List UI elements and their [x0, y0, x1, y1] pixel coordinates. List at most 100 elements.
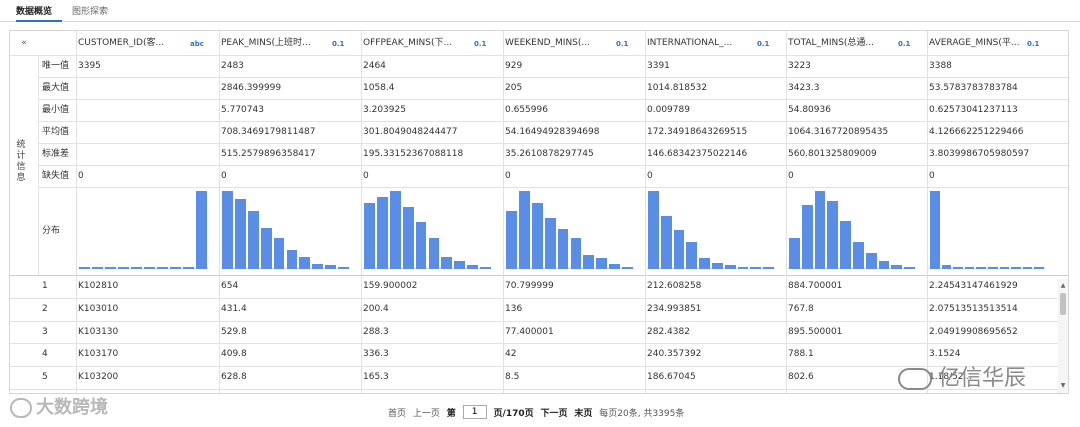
table-cell[interactable]: 165.3 — [363, 366, 498, 388]
table-cell[interactable]: 884.700001 — [788, 275, 922, 297]
stat-value: 54.16494928394698 — [505, 127, 600, 137]
histogram-bar — [750, 267, 762, 269]
table-cell[interactable]: K103170 — [78, 343, 214, 365]
distribution-histogram — [929, 191, 1045, 269]
table-cell[interactable]: K103130 — [78, 321, 214, 343]
table-cell[interactable]: 77.400001 — [505, 321, 640, 343]
histogram-bar — [801, 205, 813, 269]
histogram-bar — [814, 191, 826, 269]
row-index: 4 — [42, 349, 48, 360]
stat-value: 708.3469179811487 — [221, 127, 316, 137]
table-cell[interactable]: 2.07513513513514 — [929, 298, 1039, 320]
table-cell[interactable]: 336.3 — [363, 343, 498, 365]
column-header[interactable]: INTERNATIONAL_... — [647, 31, 751, 55]
stat-value: 4.126662251229466 — [929, 127, 1024, 137]
table-cell[interactable]: 159.900002 — [363, 275, 498, 297]
prev-page-link[interactable]: 上一页 — [413, 406, 440, 419]
histogram-bar — [976, 267, 986, 269]
column-header[interactable]: TOTAL_MINS(总通... — [788, 31, 892, 55]
last-page-link[interactable]: 末页 — [574, 406, 592, 419]
histogram-bar — [964, 267, 975, 269]
vertical-scrollbar[interactable]: ▲ ▼ — [1058, 279, 1068, 393]
table-cell[interactable]: 288.3 — [363, 321, 498, 343]
table-cell[interactable]: 895.500001 — [788, 321, 922, 343]
tab-data-overview[interactable]: 数据概览 — [16, 6, 62, 22]
stat-value: 2464 — [363, 61, 386, 71]
histogram-bar — [389, 191, 401, 269]
row-index: 2 — [42, 303, 48, 314]
table-cell[interactable]: 42 — [505, 343, 640, 365]
table-cell[interactable]: 234.993851 — [647, 298, 781, 320]
histogram-bar — [312, 264, 324, 269]
scroll-thumb[interactable] — [1060, 293, 1066, 315]
histogram-bar — [583, 254, 595, 269]
table-cell[interactable]: 3.1524 — [929, 343, 1039, 365]
stat-value: 53.5783783783784 — [929, 83, 1018, 93]
column-type-badge: 0.1 — [757, 40, 770, 48]
table-cell[interactable]: 529.8 — [221, 321, 356, 343]
double-chevron-down-icon[interactable]: « — [18, 37, 30, 49]
histogram-bar — [789, 237, 800, 269]
column-header[interactable]: WEEKEND_MINS(... — [505, 31, 610, 55]
histogram-bar — [648, 191, 659, 269]
histogram-bar — [544, 217, 556, 269]
column-type-badge: 0.1 — [898, 40, 911, 48]
table-cell[interactable]: 136 — [505, 298, 640, 320]
histogram-bar — [79, 267, 90, 269]
column-header[interactable]: AVERAGE_MINS(平... — [929, 31, 1021, 55]
table-cell[interactable]: 2.04919908695652 — [929, 321, 1039, 343]
histogram-bar — [325, 265, 337, 269]
next-page-link[interactable]: 下一页 — [541, 406, 568, 419]
table-cell[interactable]: 8.5 — [505, 366, 640, 388]
table-cell[interactable]: 431.4 — [221, 298, 356, 320]
grid-col-divider — [361, 31, 362, 393]
histogram-bar — [1011, 267, 1021, 269]
histogram-bar — [364, 202, 375, 269]
histogram-bar — [299, 257, 311, 269]
table-cell[interactable]: K102810 — [78, 275, 214, 297]
table-cell[interactable]: 628.8 — [221, 366, 356, 388]
stat-value: 195.33152367088118 — [363, 149, 464, 159]
scroll-up-arrow-icon[interactable]: ▲ — [1058, 281, 1068, 291]
table-cell[interactable]: 212.608258 — [647, 275, 781, 297]
row-index: 3 — [42, 326, 48, 337]
pagination: 首页 上一页 第 页/170页 下一页 末页 每页20条, 共3395条 — [388, 405, 688, 421]
histogram-bar — [376, 197, 388, 269]
distribution-histogram — [647, 191, 775, 269]
scroll-down-arrow-icon[interactable]: ▼ — [1058, 381, 1068, 391]
table-cell[interactable]: 186.67045 — [647, 366, 781, 388]
page-prefix: 第 — [446, 408, 456, 419]
stat-value: 0 — [78, 171, 84, 181]
table-cell[interactable]: 409.8 — [221, 343, 356, 365]
histogram-bar — [724, 265, 736, 269]
table-cell[interactable]: 767.8 — [788, 298, 922, 320]
first-page-link[interactable]: 首页 — [388, 406, 406, 419]
histogram-bar — [157, 267, 168, 269]
table-cell[interactable]: K103200 — [78, 366, 214, 388]
stat-label: 标准差 — [42, 149, 70, 159]
tab-graph-explore[interactable]: 图形探索 — [72, 6, 116, 22]
table-cell[interactable]: 240.357392 — [647, 343, 781, 365]
table-cell[interactable]: 788.1 — [788, 343, 922, 365]
table-cell[interactable]: K103010 — [78, 298, 214, 320]
column-header[interactable]: PEAK_MINS(上班时... — [221, 31, 326, 55]
histogram-bar — [247, 210, 259, 269]
grid-col-divider — [503, 31, 504, 393]
table-cell[interactable]: 70.799999 — [505, 275, 640, 297]
stat-label: 最小值 — [42, 105, 70, 115]
table-cell[interactable]: 282.4382 — [647, 321, 781, 343]
histogram-bar — [428, 237, 440, 269]
column-header[interactable]: CUSTOMER_ID(客... — [78, 31, 184, 55]
grid-row-divider — [38, 187, 1068, 188]
stat-value: 205 — [505, 83, 523, 93]
stat-value: 560.801325809009 — [788, 149, 877, 159]
column-header[interactable]: OFFPEAK_MINS(下... — [363, 31, 468, 55]
stat-value — [78, 99, 214, 121]
page-number-input[interactable] — [462, 405, 487, 419]
stat-value: 0.655996 — [505, 105, 548, 115]
grid-col-divider — [786, 31, 787, 393]
table-cell[interactable]: 654 — [221, 275, 356, 297]
table-cell[interactable]: 2.24543147461929 — [929, 275, 1039, 297]
table-cell[interactable]: 200.4 — [363, 298, 498, 320]
grid-col-divider — [927, 31, 928, 393]
